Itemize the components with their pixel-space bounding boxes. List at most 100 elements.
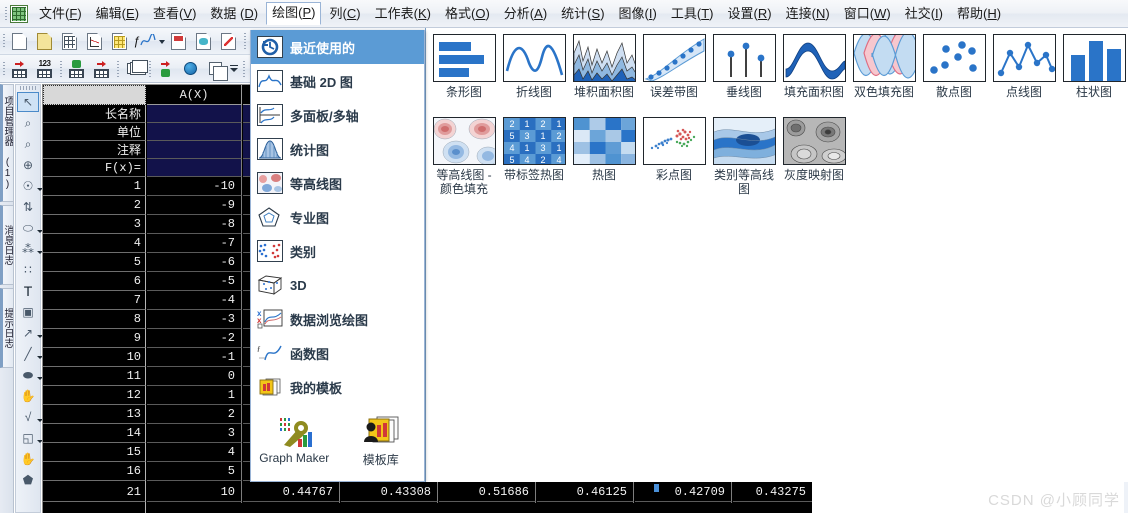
screen-reader-tool-icon[interactable]: ∷ bbox=[17, 260, 39, 280]
cell-a1[interactable]: -10 bbox=[147, 177, 242, 196]
row-header-formula[interactable]: F(x)= bbox=[43, 159, 146, 177]
plot-menu-item-data-explore[interactable]: x x 数据浏览绘图 bbox=[251, 302, 424, 336]
row-header-9[interactable]: 9 bbox=[43, 329, 146, 348]
import-excel-icon[interactable] bbox=[65, 57, 88, 80]
row-header-11[interactable]: 11 bbox=[43, 367, 146, 386]
plot-menu-item-contour[interactable]: 等高线图 bbox=[251, 166, 424, 200]
header-cell[interactable] bbox=[147, 123, 242, 141]
gallery-item-stacked-area[interactable]: 堆积面积图 bbox=[569, 34, 639, 99]
menu-item-analysis[interactable]: 分析(A) bbox=[498, 3, 553, 25]
sidebar-item-hint-log[interactable]: 提示日志 bbox=[0, 288, 14, 368]
regional-data-select-tool-icon[interactable]: ⁂ bbox=[17, 239, 43, 259]
cell-a10[interactable]: -1 bbox=[147, 348, 242, 367]
header-cell[interactable] bbox=[147, 105, 242, 123]
plot-menu-item-statistics[interactable]: 统计图 bbox=[251, 132, 424, 166]
equation-tool-icon[interactable]: √ bbox=[17, 407, 43, 427]
gallery-item-error-band[interactable]: 误差带图 bbox=[639, 34, 709, 99]
plot-menu-item-3d[interactable]: 3D bbox=[251, 268, 424, 302]
crosshair-tool-icon[interactable]: ⊕ bbox=[17, 155, 39, 175]
chevron-down-icon[interactable] bbox=[157, 33, 166, 49]
rotate-tool-icon[interactable]: ✋ bbox=[17, 449, 39, 469]
data-selector-tool-icon[interactable]: ⇅ bbox=[17, 197, 39, 217]
row-header-4[interactable]: 4 bbox=[43, 234, 146, 253]
cell-a4[interactable]: -7 bbox=[147, 234, 242, 253]
zoom-in-tool-icon[interactable]: ⌕ bbox=[17, 113, 39, 133]
pointer-tool-icon[interactable]: ↖ bbox=[17, 92, 39, 112]
zoom-out-tool-icon[interactable]: ⌕ bbox=[17, 134, 39, 154]
new-layout-icon[interactable] bbox=[167, 30, 190, 53]
row-header-long-name[interactable]: 长名称 bbox=[43, 105, 146, 123]
plot-menu-item-recent[interactable]: 最近使用的 bbox=[251, 30, 424, 64]
new-excel-icon[interactable] bbox=[217, 30, 240, 53]
cell-a3[interactable]: -8 bbox=[147, 215, 242, 234]
row-header-16[interactable]: 16 bbox=[43, 462, 146, 481]
cell-e21[interactable]: 0.46125 bbox=[537, 483, 634, 502]
cell-a13[interactable]: 2 bbox=[147, 405, 242, 424]
row-header-7[interactable]: 7 bbox=[43, 291, 146, 310]
plot-menu-item-specialized[interactable]: 专业图 bbox=[251, 200, 424, 234]
new-matrix-icon[interactable] bbox=[108, 30, 131, 53]
menu-item-data[interactable]: 数据 (D) bbox=[204, 3, 264, 25]
cell-a9[interactable]: -2 bbox=[147, 329, 242, 348]
graph-maker-button[interactable]: Graph Maker bbox=[255, 415, 333, 465]
cell-a7[interactable]: -4 bbox=[147, 291, 242, 310]
gallery-item-gray-scale-map[interactable]: 灰度映射图 bbox=[779, 117, 849, 196]
menubar-grip[interactable] bbox=[2, 4, 9, 24]
duplicate-icon[interactable] bbox=[204, 57, 228, 81]
regional-mask-tool-icon[interactable]: ⬭ bbox=[17, 218, 43, 238]
menu-item-preferences[interactable]: 设置(R) bbox=[722, 3, 778, 25]
new-notes-icon[interactable] bbox=[192, 30, 215, 53]
gallery-item-contour-color-fill[interactable]: 等高线图 - 颜色填充 bbox=[429, 117, 499, 196]
export-icon[interactable] bbox=[154, 57, 177, 80]
menu-item-window[interactable]: 窗口(W) bbox=[838, 3, 897, 25]
menu-item-image[interactable]: 图像(I) bbox=[613, 3, 663, 25]
menu-item-help[interactable]: 帮助(H) bbox=[951, 3, 1007, 25]
gallery-item-vertical-drop-line[interactable]: 垂线图 bbox=[709, 34, 779, 99]
menu-item-plot[interactable]: 绘图(P) bbox=[266, 2, 322, 25]
new-folder-icon[interactable] bbox=[33, 30, 56, 53]
menu-item-file[interactable]: 文件(F) bbox=[33, 3, 88, 25]
cell-g21[interactable]: 0.43275 bbox=[733, 483, 812, 502]
gallery-item-scatter[interactable]: 散点图 bbox=[919, 34, 989, 99]
new-graph-icon[interactable] bbox=[83, 30, 106, 53]
row-header-comments[interactable]: 注释 bbox=[43, 141, 146, 159]
gallery-item-labeled-heatmap[interactable]: 2121 5312 4131 5424 带标签热图 bbox=[499, 117, 569, 196]
menu-item-format[interactable]: 格式(O) bbox=[439, 3, 496, 25]
plot-menu-item-my-templates[interactable]: 我的模板 bbox=[251, 370, 424, 404]
row-header-10[interactable]: 10 bbox=[43, 348, 146, 367]
menu-item-edit[interactable]: 编辑(E) bbox=[90, 3, 145, 25]
import-wizard-icon[interactable] bbox=[8, 57, 31, 80]
row-header-14[interactable]: 14 bbox=[43, 424, 146, 443]
import-ascii-icon[interactable]: 123 bbox=[33, 57, 56, 80]
row-header-1[interactable]: 1 bbox=[43, 177, 146, 196]
cell-a11[interactable]: 0 bbox=[147, 367, 242, 386]
cell-a8[interactable]: -3 bbox=[147, 310, 242, 329]
insert-graph-tool-icon[interactable]: ◱ bbox=[17, 428, 43, 448]
ellipse-tool-icon[interactable]: ⬬ bbox=[17, 365, 43, 385]
template-library-button[interactable]: 模板库 bbox=[342, 415, 420, 468]
cell-a5[interactable]: -6 bbox=[147, 253, 242, 272]
menu-item-statistics[interactable]: 统计(S) bbox=[555, 3, 610, 25]
menu-item-worksheet[interactable]: 工作表(K) bbox=[369, 3, 437, 25]
plot-menu-item-basic-2d[interactable]: 基础 2D 图 bbox=[251, 64, 424, 98]
gallery-item-color-dot[interactable]: 彩点图 bbox=[639, 117, 709, 196]
plot-menu-item-multi-panel[interactable]: 多面板/多轴 bbox=[251, 98, 424, 132]
row-header-13[interactable]: 13 bbox=[43, 405, 146, 424]
data-reader-tool-icon[interactable]: ☉ bbox=[17, 176, 43, 196]
cell-a15[interactable]: 4 bbox=[147, 443, 242, 462]
cell-c21[interactable]: 0.43308 bbox=[341, 483, 438, 502]
row-header-15[interactable]: 15 bbox=[43, 443, 146, 462]
import-multiple-icon[interactable] bbox=[122, 57, 148, 80]
hand-tool-icon[interactable]: ✋ bbox=[17, 386, 39, 406]
new-workbook-icon[interactable] bbox=[58, 30, 81, 53]
select-all-corner[interactable] bbox=[43, 85, 146, 105]
sidebar-item-message-log[interactable]: 消息日志 bbox=[0, 205, 14, 285]
row-header-units[interactable]: 单位 bbox=[43, 123, 146, 141]
gallery-item-line-chart[interactable]: 折线图 bbox=[499, 34, 569, 99]
row-header-21[interactable]: 21 bbox=[43, 483, 146, 502]
toolbar-overflow-icon[interactable] bbox=[228, 60, 240, 78]
new-function-plot-icon[interactable]: ƒ bbox=[133, 30, 156, 53]
cell-a2[interactable]: -9 bbox=[147, 196, 242, 215]
header-cell[interactable] bbox=[147, 159, 242, 177]
rectangle-tool-icon[interactable]: ▣ bbox=[17, 302, 39, 322]
